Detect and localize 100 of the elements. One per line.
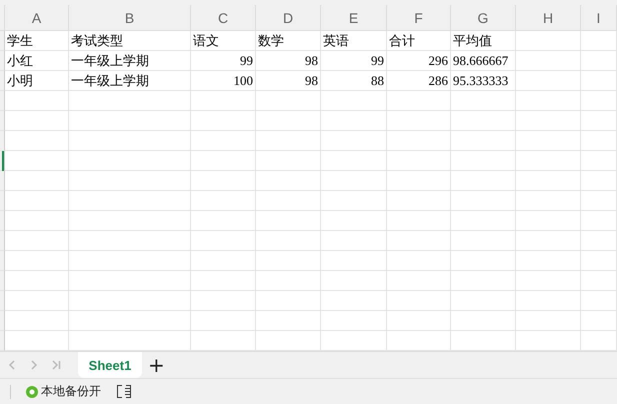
empty-cell	[581, 191, 617, 211]
empty-cell	[387, 291, 451, 311]
table-cell: 数学	[256, 31, 321, 51]
empty-cell	[516, 211, 581, 231]
table-cell: 语文	[191, 31, 256, 51]
empty-cell	[516, 111, 581, 131]
empty-cell	[321, 211, 387, 231]
empty-cell	[581, 31, 617, 51]
empty-cell	[516, 71, 581, 91]
empty-cell	[191, 171, 256, 191]
empty-cell	[321, 251, 387, 271]
empty-cell	[321, 91, 387, 111]
empty-cell	[256, 211, 321, 231]
empty-cell	[256, 311, 321, 331]
empty-cell	[191, 271, 256, 291]
table-cell: 100	[191, 71, 256, 91]
sheet-tab[interactable]: Sheet1	[78, 352, 142, 378]
empty-cell	[516, 271, 581, 291]
table-cell: 英语	[321, 31, 387, 51]
table-cell: 一年级上学期	[69, 51, 191, 71]
table-cell: 小红	[5, 51, 69, 71]
backup-status[interactable]: 本地备份开	[41, 383, 101, 400]
empty-cell	[451, 171, 516, 191]
column-header[interactable]: H	[516, 5, 581, 31]
column-header[interactable]: A	[5, 5, 69, 31]
empty-cell	[516, 151, 581, 171]
table-cell: 小明	[5, 71, 69, 91]
table-cell: 平均值	[451, 31, 516, 51]
table-cell: 98.666667	[451, 51, 516, 71]
selection-marker	[2, 151, 4, 171]
empty-cell	[387, 191, 451, 211]
empty-cell	[321, 111, 387, 131]
column-header[interactable]: B	[69, 5, 191, 31]
empty-cell	[581, 91, 617, 111]
empty-cell	[581, 231, 617, 251]
empty-cell	[516, 191, 581, 211]
empty-cell	[581, 291, 617, 311]
column-header[interactable]: E	[321, 5, 387, 31]
row-header[interactable]	[0, 151, 5, 171]
empty-cell	[516, 131, 581, 151]
empty-cell	[581, 251, 617, 271]
empty-cell	[451, 151, 516, 171]
empty-cell	[387, 211, 451, 231]
empty-cell	[321, 291, 387, 311]
backup-status-icon	[26, 386, 38, 398]
column-header[interactable]: C	[191, 5, 256, 31]
empty-cell	[516, 291, 581, 311]
empty-cell	[191, 131, 256, 151]
column-header[interactable]: D	[256, 5, 321, 31]
empty-cell	[256, 171, 321, 191]
empty-cell	[387, 251, 451, 271]
add-sheet-button[interactable]: +	[142, 352, 171, 378]
empty-cell	[387, 171, 451, 191]
empty-cell	[191, 291, 256, 311]
column-header[interactable]: F	[387, 5, 451, 31]
empty-cell	[321, 131, 387, 151]
empty-cell	[191, 251, 256, 271]
empty-cell	[256, 251, 321, 271]
empty-cell	[321, 271, 387, 291]
empty-cell	[256, 291, 321, 311]
empty-cell	[321, 151, 387, 171]
empty-cell	[191, 231, 256, 251]
empty-cell	[451, 131, 516, 151]
empty-cell	[516, 311, 581, 331]
empty-cell	[191, 111, 256, 131]
empty-cell	[387, 111, 451, 131]
column-header[interactable]: I	[581, 5, 617, 31]
table-cell: 95.333333	[451, 71, 516, 91]
empty-cell	[387, 311, 451, 331]
empty-cell	[191, 191, 256, 211]
empty-cell	[387, 151, 451, 171]
empty-cell	[451, 91, 516, 111]
panel-icon[interactable]	[117, 385, 131, 398]
table-cell: 98	[256, 71, 321, 91]
empty-cell	[581, 51, 617, 71]
empty-cell	[451, 191, 516, 211]
empty-cell	[191, 211, 256, 231]
empty-cell	[451, 271, 516, 291]
empty-cell	[581, 171, 617, 191]
empty-cell	[256, 131, 321, 151]
empty-cell	[451, 311, 516, 331]
table-cell: 一年级上学期	[69, 71, 191, 91]
empty-cell	[581, 131, 617, 151]
table-cell: 296	[387, 51, 451, 71]
table-cell: 88	[321, 71, 387, 91]
empty-cell	[191, 151, 256, 171]
empty-cell	[581, 271, 617, 291]
empty-cell	[451, 251, 516, 271]
empty-cell	[516, 31, 581, 51]
empty-cell	[581, 151, 617, 171]
column-header[interactable]: G	[451, 5, 516, 31]
empty-cell	[516, 171, 581, 191]
corner-header[interactable]	[0, 5, 5, 31]
empty-cell	[516, 231, 581, 251]
empty-cell	[387, 271, 451, 291]
table-cell: 考试类型	[69, 31, 191, 51]
empty-cell	[387, 231, 451, 251]
empty-cell	[451, 111, 516, 131]
table-cell: 99	[321, 51, 387, 71]
empty-cell	[321, 231, 387, 251]
